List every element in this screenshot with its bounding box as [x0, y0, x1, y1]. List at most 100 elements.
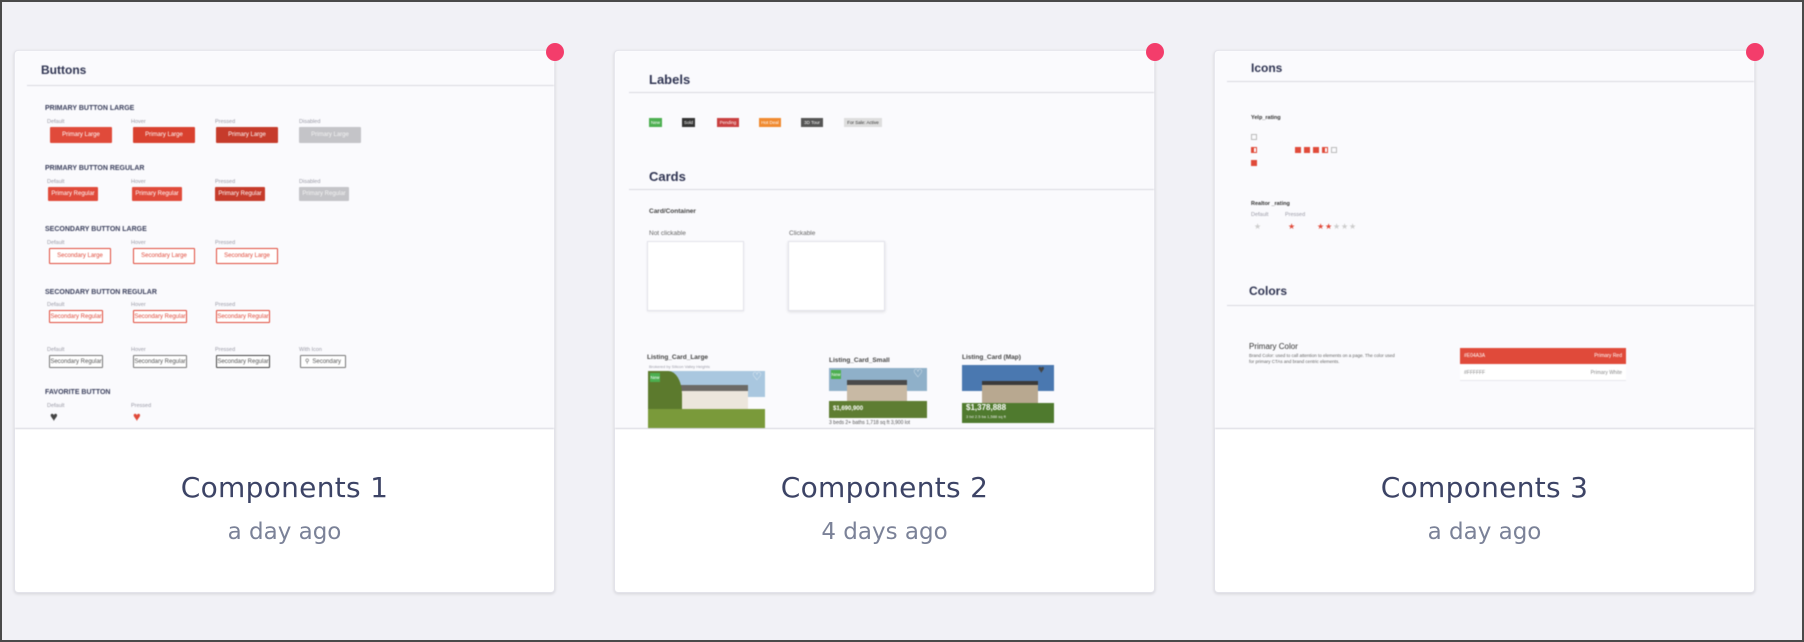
listing-specs: 3 bd 2.5 ba 1,588 sq ft [966, 414, 1006, 419]
secondary-icon-button: ⚲ Secondary [300, 355, 346, 368]
star-icon: ★ [1254, 222, 1262, 231]
section-label: FAVORITE BUTTON [45, 389, 111, 396]
divider [1227, 305, 1754, 306]
thumbnail-icons-colors: Icons Yelp_rating Realtor _rating Defaul… [1215, 51, 1754, 429]
label-badge: For Sale: Active [844, 118, 882, 127]
color-label: Primary White [1590, 369, 1622, 376]
star-icon: ★ [1325, 222, 1333, 231]
section-label: Yelp_rating [1251, 115, 1281, 121]
secondary-regular-button: Secondary Regular [133, 310, 187, 323]
primary-regular-button: Primary Regular [48, 187, 98, 201]
divider [629, 92, 1154, 93]
primary-large-button: Primary Large [133, 127, 195, 143]
file-card-components-3[interactable]: Icons Yelp_rating Realtor _rating Defaul… [1214, 43, 1764, 593]
button-label: Secondary [312, 358, 342, 365]
state-label: Disabled [299, 179, 321, 185]
secondary-large-button: Secondary Large [133, 248, 195, 264]
state-label: Hover [131, 119, 146, 125]
star-icon: ★ [1349, 222, 1357, 231]
pin-icon: ⚲ [304, 359, 310, 365]
state-label: Default [1251, 212, 1269, 218]
card-label: Listing_Card (Map) [962, 354, 1021, 361]
color-swatch-red: #E04A3A Primary Red [1460, 348, 1626, 364]
label-badge: Hot Deal [759, 118, 781, 127]
heart-icon: ♥ [1038, 365, 1045, 376]
thumb-heading: Labels [649, 72, 691, 87]
state-label: Hover [131, 302, 146, 308]
state-label: Pressed [215, 347, 236, 353]
secondary-regular-button: Secondary Regular [49, 310, 103, 323]
section-label: Realtor _rating [1251, 201, 1290, 207]
label-badge: New [650, 373, 660, 382]
state-label: Disabled [299, 119, 321, 125]
file-card-components-2[interactable]: Labels New Sold Pending Hot Deal 3D Tour… [614, 43, 1164, 593]
card-title[interactable]: Components 2 [615, 471, 1154, 504]
rating-square-full [1295, 147, 1301, 153]
section-label: Card/Container [649, 208, 696, 215]
card-label: Not clickable [649, 230, 686, 237]
card-timestamp: a day ago [227, 519, 342, 545]
divider [27, 85, 554, 86]
state-label: Default [47, 119, 65, 125]
star-icon: ★ [1317, 222, 1325, 231]
state-label: Default [47, 347, 65, 353]
thumb-heading: Cards [649, 169, 686, 184]
rating-square-full [1313, 147, 1319, 153]
thumb-heading: Buttons [41, 63, 87, 77]
primary-large-button: Primary Large [299, 127, 361, 143]
card-timestamp: 4 days ago [821, 519, 948, 545]
heart-icon: ♥ [133, 409, 141, 424]
color-hex: #E04A3A [1464, 353, 1486, 359]
thumb-heading: Icons [1251, 61, 1283, 75]
file-card-components-1[interactable]: Buttons PRIMARY BUTTON LARGE Default Hov… [14, 43, 564, 593]
color-description: Brand Color: used to call attention to e… [1249, 353, 1395, 364]
rating-square-empty [1331, 147, 1337, 153]
notification-dot [546, 43, 564, 61]
primary-regular-button: Primary Regular [299, 187, 349, 201]
secondary-large-button: Secondary Large [49, 248, 111, 264]
card-title[interactable]: Components 3 [1215, 471, 1754, 504]
secondary-gray-button: Secondary Regular [49, 355, 103, 368]
section-label: PRIMARY BUTTON LARGE [45, 105, 135, 112]
thumbnail-buttons: Buttons PRIMARY BUTTON LARGE Default Hov… [15, 51, 554, 429]
color-label: Primary Red [1594, 353, 1622, 359]
label-badge: Sold [682, 118, 695, 127]
divider [629, 189, 1154, 190]
color-hex: #FFFFFF [1464, 369, 1486, 376]
listing-photo: New ♡ $1,690,900 [829, 368, 927, 418]
notification-dot [1746, 43, 1764, 61]
state-label: Default [47, 302, 65, 308]
heart-icon: ♡ [752, 371, 762, 383]
thumb-heading: Colors [1249, 284, 1288, 298]
color-swatch-white: #FFFFFF Primary White [1460, 365, 1626, 381]
listing-specs: 3 beds 2+ baths 1,718 sq ft 3,900 lot [829, 420, 911, 426]
primary-large-button: Primary Large [216, 127, 278, 143]
card-label: Listing_Card_Small [829, 357, 890, 364]
primary-large-button: Primary Large [50, 127, 112, 143]
star-icon: ★ [1341, 222, 1349, 231]
card-sublabel: Brokered by Silicon Valley Heights [649, 364, 710, 369]
state-label: Pressed [215, 240, 236, 246]
rating-square-full [1304, 147, 1310, 153]
rating-square-empty [1251, 134, 1257, 140]
state-label: Default [47, 179, 65, 185]
state-label: Pressed [215, 179, 236, 185]
state-label: Pressed [215, 119, 236, 125]
section-label: SECONDARY BUTTON LARGE [45, 226, 147, 233]
state-label: Default [47, 240, 65, 246]
state-label: With Icon [299, 347, 322, 353]
listing-photo: ♥ $1,378,888 3 bd 2.5 ba 1,588 sq ft [962, 365, 1054, 423]
card-title[interactable]: Components 1 [15, 471, 554, 504]
secondary-regular-button: Secondary Regular [216, 310, 270, 323]
card-caption: Components 1 a day ago [15, 429, 554, 592]
rating-square-half [1322, 147, 1328, 153]
state-label: Hover [131, 347, 146, 353]
heart-icon: ♡ [913, 368, 923, 380]
label-badge: 3D Tour [801, 118, 823, 127]
state-label: Hover [131, 240, 146, 246]
secondary-gray-button: Secondary Regular [216, 355, 270, 368]
listing-photo: New ♡ [648, 371, 765, 428]
section-label: SECONDARY BUTTON REGULAR [45, 289, 157, 296]
secondary-gray-button: Secondary Regular [133, 355, 187, 368]
state-label: Pressed [215, 302, 236, 308]
